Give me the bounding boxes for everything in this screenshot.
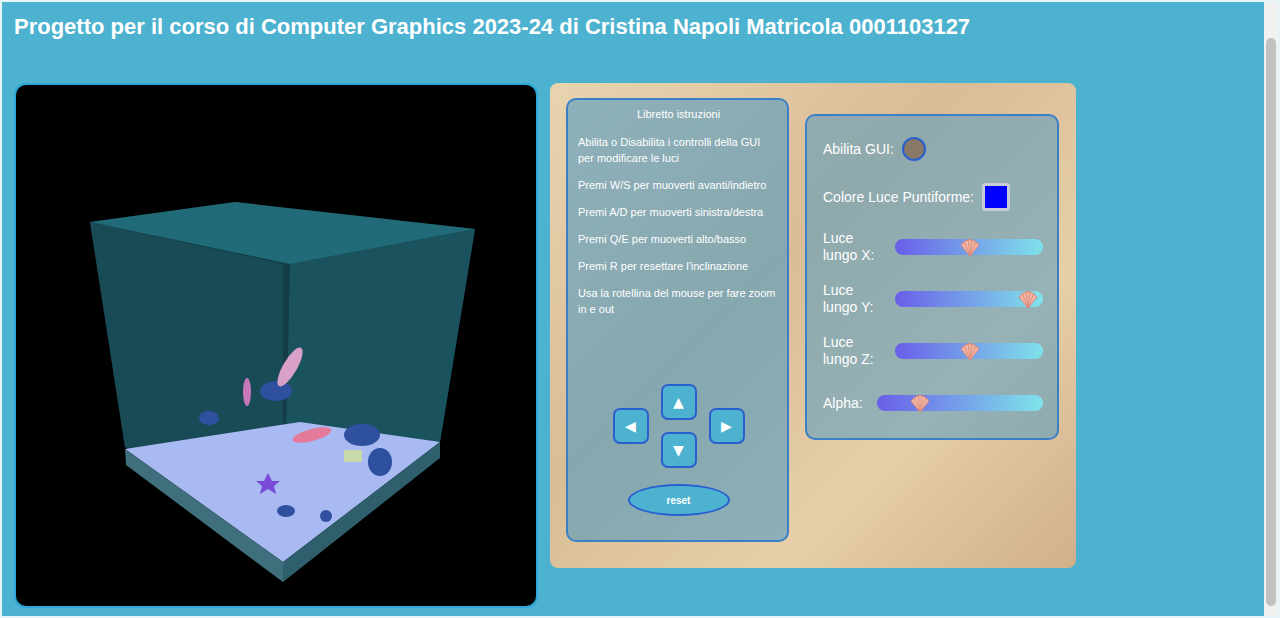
instruction-line: Premi Q/E per muoverti alto/basso [578,231,779,247]
aquarium-scene-icon [16,85,536,606]
shell-thumb-icon[interactable] [959,236,981,258]
content: Progetto per il corso di Computer Graphi… [2,2,1264,616]
color-row: Colore Luce Puntiforme: [823,182,1043,212]
shell-thumb-icon[interactable] [1017,288,1039,310]
enable-gui-label: Abilita GUI: [823,141,894,157]
slider-label: Alpha: [823,395,871,412]
arrow-button[interactable]: ▼ [661,432,697,468]
arrow-button[interactable]: ◀ [613,408,649,444]
slider-label: Luce lungo X: [823,230,889,264]
instruction-line: Abilita o Disabilita i controlli della G… [578,134,779,166]
main-row: Libretto istruzioni Abilita o Disabilita … [2,83,1264,608]
arrow-pad: ▲ ◀ ▶ ▼ [578,384,779,468]
slider-track[interactable] [895,239,1043,255]
webgl-canvas[interactable] [14,83,538,608]
slider-track[interactable] [895,291,1043,307]
page: Progetto per il corso di Computer Graphi… [0,0,1280,618]
slider-row: Alpha: [823,386,1043,420]
color-swatch[interactable] [982,183,1010,211]
page-title: Progetto per il corso di Computer Graphi… [14,13,1264,41]
arrow-button[interactable]: ▲ [661,384,697,420]
reset-button[interactable]: reset [628,484,730,516]
color-label: Colore Luce Puntiforme: [823,189,974,205]
slider-label: Luce lungo Y: [823,282,889,316]
slider-row: Luce lungo Z: [823,334,1043,368]
sand-panel: Libretto istruzioni Abilita o Disabilita … [550,83,1076,568]
instructions-heading: Libretto istruzioni [578,108,779,120]
instruction-line: Premi R per resettare l'inclinazione [578,258,779,274]
enable-gui-row: Abilita GUI: [823,134,1043,164]
instruction-line: Premi W/S per muoverti avanti/indietro [578,177,779,193]
instructions-panel: Libretto istruzioni Abilita o Disabilita … [566,98,789,542]
slider-track[interactable] [877,395,1043,411]
arrow-button[interactable]: ▶ [709,408,745,444]
gui-panel: Abilita GUI: Colore Luce Puntiforme: Luce … [805,114,1059,440]
slider-row: Luce lungo Y: [823,282,1043,316]
slider-label: Luce lungo Z: [823,334,889,368]
slider-row: Luce lungo X: [823,230,1043,264]
header: Progetto per il corso di Computer Graphi… [2,2,1264,83]
enable-gui-toggle[interactable] [902,137,926,161]
shell-thumb-icon[interactable] [959,340,981,362]
shell-thumb-icon[interactable] [909,392,931,414]
instruction-line: Premi A/D per muoverti sinistra/destra [578,204,779,220]
slider-track[interactable] [895,343,1043,359]
instruction-line: Usa la rotellina del mouse per fare zoom… [578,285,779,317]
scrollbar[interactable] [1264,2,1278,616]
scroll-thumb[interactable] [1266,38,1276,606]
